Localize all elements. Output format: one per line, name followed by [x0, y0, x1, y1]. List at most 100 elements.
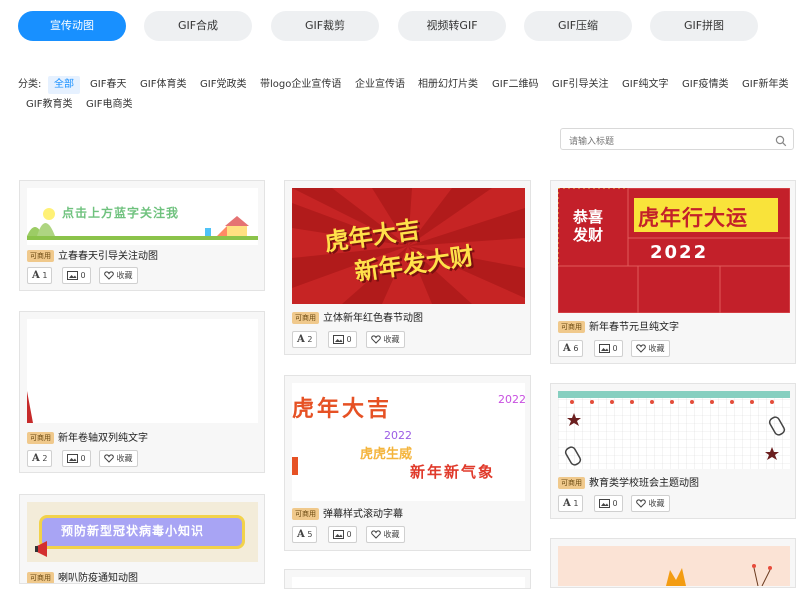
commercial-badge: 可商用: [27, 432, 54, 444]
use-count-button[interactable]: A 1: [558, 495, 584, 512]
favorite-button[interactable]: 收藏: [631, 495, 670, 512]
image-count-button[interactable]: 0: [594, 340, 623, 357]
card-thumbnail: [292, 577, 525, 588]
commercial-badge: 可商用: [292, 508, 319, 520]
use-count-button[interactable]: A 1: [27, 267, 53, 284]
category-party[interactable]: GIF党政类: [200, 76, 246, 94]
card-thumbnail: [558, 391, 790, 469]
category-education[interactable]: GIF教育类: [26, 96, 72, 114]
template-card[interactable]: [284, 569, 531, 589]
thumb-text: 虎年行大运: [638, 206, 748, 230]
category-slogan[interactable]: 企业宣传语: [355, 76, 405, 94]
use-count-button[interactable]: A 2: [292, 331, 318, 348]
thumb-text: 2022: [498, 393, 525, 406]
commercial-badge: 可商用: [27, 572, 54, 583]
template-card[interactable]: 点击上方蓝字关注我 可商用 立春春天引导关注动图 A 1 0 收藏: [19, 180, 265, 291]
category-follow[interactable]: GIF引导关注: [552, 76, 608, 94]
search-input[interactable]: [567, 132, 771, 152]
category-logo-slogan[interactable]: 带logo企业宣传语: [260, 76, 341, 94]
thumb-text: 虎年大吉: [292, 397, 393, 422]
thumb-text: 预防新型冠状病毒小知识: [61, 524, 205, 538]
thumb-text: 新年新气象: [410, 463, 496, 481]
megaphone-icon: [35, 541, 47, 557]
heart-icon: [104, 454, 114, 463]
card-title: 可商用 喇叭防疫通知动图: [27, 569, 138, 583]
card-title: 可商用 教育类学校班会主题动图: [558, 474, 699, 489]
search-icon[interactable]: [775, 132, 787, 151]
image-count-button[interactable]: 0: [62, 450, 91, 467]
card-thumbnail: 点击上方蓝字关注我: [27, 188, 258, 245]
use-count-button[interactable]: A 2: [27, 450, 53, 467]
thumb-text: 2022: [384, 429, 412, 442]
text-icon: A: [563, 498, 571, 509]
tool-tabs: 宣传动图 GIF合成 GIF裁剪 视频转GIF GIF压缩 GIF拼图: [18, 11, 788, 43]
image-count-button[interactable]: 0: [594, 495, 623, 512]
image-count-button[interactable]: 0: [328, 331, 357, 348]
image-icon: [67, 271, 78, 280]
image-icon: [333, 530, 344, 539]
image-icon: [599, 499, 610, 508]
category-prefix: 分类:: [18, 79, 42, 90]
tab-gif-crop[interactable]: GIF裁剪: [271, 11, 379, 41]
commercial-badge: 可商用: [558, 321, 585, 333]
image-icon: [333, 335, 344, 344]
category-text[interactable]: GIF纯文字: [622, 76, 668, 94]
category-ecommerce[interactable]: GIF电商类: [86, 96, 132, 114]
text-icon: A: [297, 529, 305, 540]
card-thumbnail: 恭喜 发财 虎年行大运 2022: [558, 188, 790, 313]
commercial-badge: 可商用: [558, 477, 585, 489]
tab-video-to-gif[interactable]: 视频转GIF: [398, 11, 506, 41]
tab-promo-gif[interactable]: 宣传动图: [18, 11, 126, 41]
card-thumbnail: [558, 546, 790, 586]
text-icon: A: [32, 270, 40, 281]
thumb-text: 发财: [573, 226, 604, 244]
image-icon: [599, 344, 610, 353]
tab-gif-puzzle[interactable]: GIF拼图: [650, 11, 758, 41]
image-count-button[interactable]: 0: [62, 267, 91, 284]
favorite-button[interactable]: 收藏: [366, 526, 405, 543]
heart-icon: [636, 344, 646, 353]
use-count-button[interactable]: A 6: [558, 340, 584, 357]
tab-gif-compress[interactable]: GIF压缩: [524, 11, 632, 41]
thumb-text: 2022: [650, 242, 709, 263]
card-title: 可商用 弹幕样式滚动字幕: [292, 505, 403, 520]
category-album[interactable]: 相册幻灯片类: [418, 76, 478, 94]
heart-icon: [371, 335, 381, 344]
template-card[interactable]: 可商用 教育类学校班会主题动图 A 1 0 收藏: [550, 383, 796, 519]
use-count-button[interactable]: A 5: [292, 526, 318, 543]
favorite-button[interactable]: 收藏: [99, 450, 138, 467]
thumb-text: 点击上方蓝字关注我: [62, 206, 180, 220]
heart-icon: [636, 499, 646, 508]
card-thumbnail: 虎年大吉 2022 2022 虎虎生威 新年新气象: [292, 383, 525, 501]
card-title: 可商用 立体新年红色春节动图: [292, 309, 423, 324]
tab-gif-compose[interactable]: GIF合成: [144, 11, 252, 41]
text-icon: A: [563, 343, 571, 354]
category-epidemic[interactable]: GIF疫情类: [682, 76, 728, 94]
template-card[interactable]: 虎年大吉 新年发大财 可商用 立体新年红色春节动图 A 2 0 收藏: [284, 180, 531, 355]
category-qrcode[interactable]: GIF二维码: [492, 76, 538, 94]
category-sports[interactable]: GIF体育类: [140, 76, 186, 94]
category-spring[interactable]: GIF春天: [90, 76, 126, 94]
text-icon: A: [32, 453, 40, 464]
card-thumbnail: 虎年大吉 新年发大财: [292, 188, 525, 304]
template-card[interactable]: 预防新型冠状病毒小知识 可商用 喇叭防疫通知动图: [19, 494, 265, 584]
commercial-badge: 可商用: [27, 250, 54, 262]
card-thumbnail: [27, 319, 258, 423]
card-title: 可商用 立春春天引导关注动图: [27, 247, 158, 262]
commercial-badge: 可商用: [292, 312, 319, 324]
card-title: 可商用 新年卷轴双列纯文字: [27, 429, 148, 444]
template-card[interactable]: 虎年大吉 2022 2022 虎虎生威 新年新气象 可商用 弹幕样式滚动字幕 A …: [284, 375, 531, 551]
category-all[interactable]: 全部: [48, 76, 80, 94]
template-card[interactable]: 可商用 新年卷轴双列纯文字 A 2 0 收藏: [19, 311, 265, 473]
heart-icon: [371, 530, 381, 539]
heart-icon: [104, 271, 114, 280]
card-thumbnail: 预防新型冠状病毒小知识: [27, 502, 258, 562]
category-newyear[interactable]: GIF新年类: [742, 76, 788, 94]
template-card[interactable]: [550, 538, 796, 588]
template-card[interactable]: 恭喜 发财 虎年行大运 2022 可商用 新年春节元旦纯文字 A 6 0 收藏: [550, 180, 796, 364]
image-count-button[interactable]: 0: [328, 526, 357, 543]
favorite-button[interactable]: 收藏: [99, 267, 138, 284]
category-filter: 分类: 全部 GIF春天 GIF体育类 GIF党政类 带logo企业宣传语 企业…: [18, 76, 796, 116]
favorite-button[interactable]: 收藏: [366, 331, 405, 348]
favorite-button[interactable]: 收藏: [631, 340, 670, 357]
